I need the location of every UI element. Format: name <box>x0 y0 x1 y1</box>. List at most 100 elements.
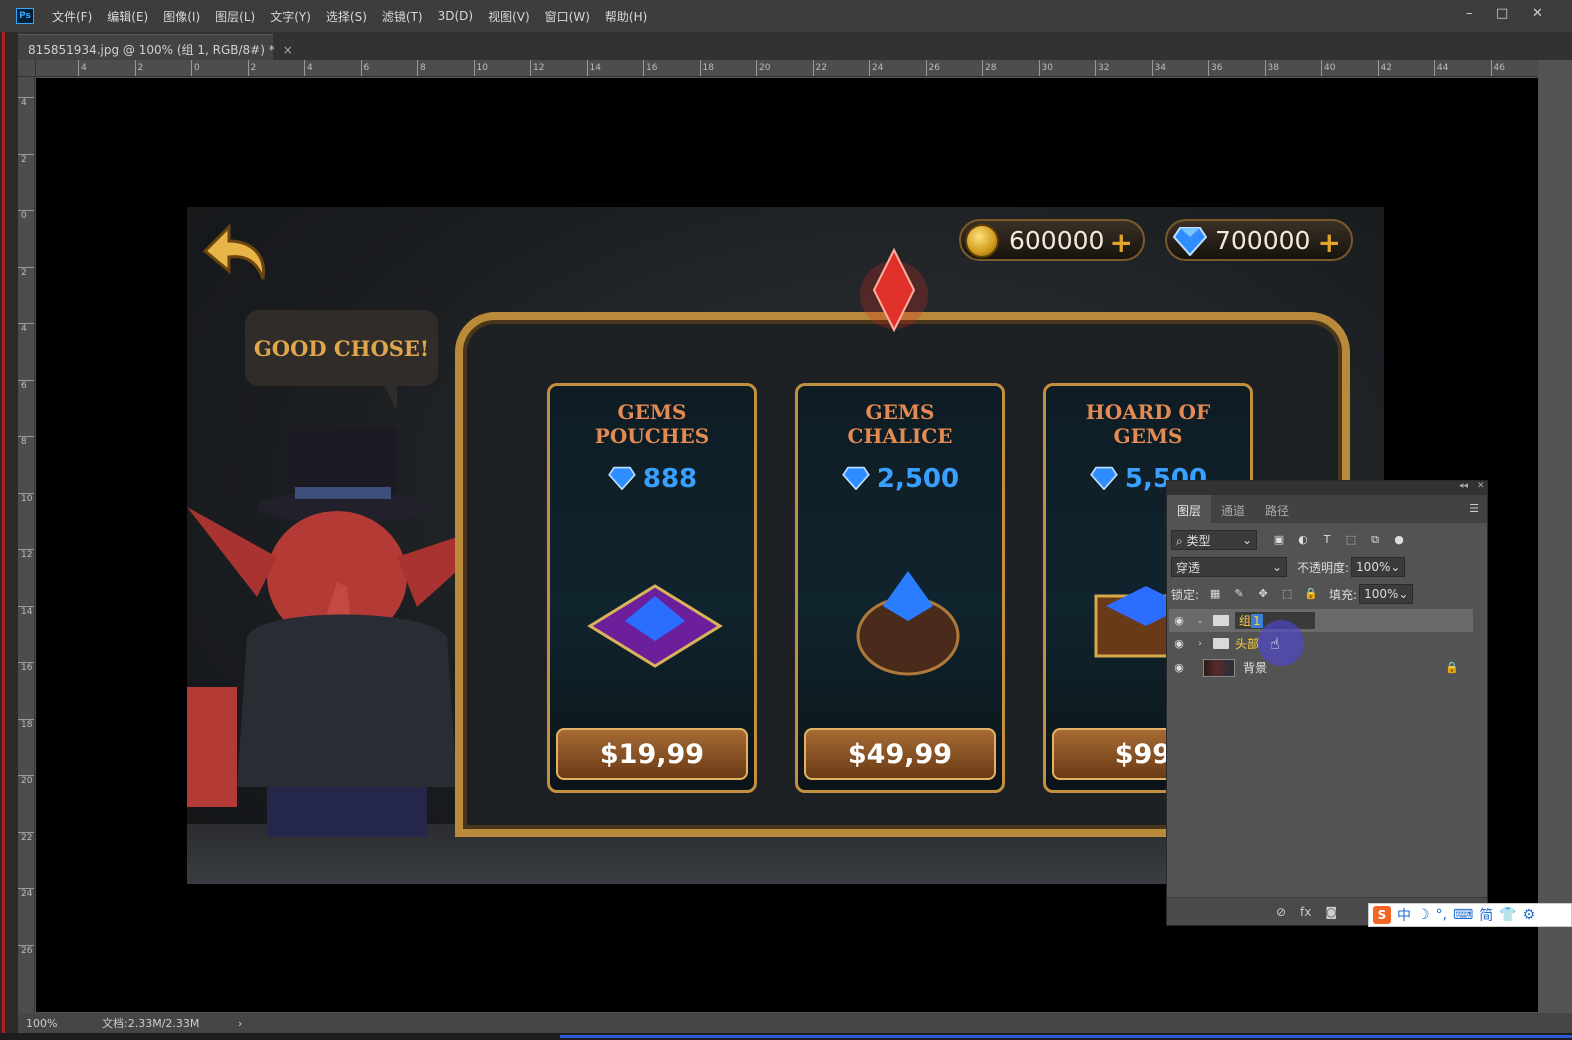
layer-lock-icon: 🔒 <box>1445 661 1459 674</box>
menu-bar: Ps 文件(F) 编辑(E) 图像(I) 图层(L) 文字(Y) 选择(S) 滤… <box>0 0 1572 32</box>
ruler-corner <box>18 60 36 77</box>
layer-row[interactable]: ◉ › 头部 <box>1169 632 1473 655</box>
filter-adjustment-icon[interactable]: ◐ <box>1295 533 1311 547</box>
maximize-button[interactable]: □ <box>1496 6 1508 21</box>
menu-file[interactable]: 文件(F) <box>52 8 92 25</box>
ruler-tick-label: 18 <box>699 60 714 76</box>
menu-edit[interactable]: 编辑(E) <box>107 8 148 25</box>
ruler-tick-label: 22 <box>18 831 34 843</box>
ruler-tick-label: 40 <box>1321 60 1335 76</box>
vertical-ruler[interactable]: 4 2 0 2 4 6 8 10 12 14 16 18 20 22 24 26 <box>18 77 35 1013</box>
filter-pixel-icon[interactable]: ▣ <box>1271 533 1287 547</box>
card-title: HOARD OF GEMS <box>1085 400 1211 448</box>
zoom-level[interactable]: 100% <box>26 1017 96 1030</box>
lock-position-icon[interactable]: ✥ <box>1255 587 1271 601</box>
panel-titlebar: ◂◂ ✕ <box>1167 481 1487 495</box>
ruler-tick-label: 24 <box>869 60 883 76</box>
tab-paths[interactable]: 路径 <box>1255 495 1299 523</box>
blend-mode-select[interactable]: 穿透 ⌄ <box>1171 557 1287 577</box>
tab-layers[interactable]: 图层 <box>1167 495 1212 523</box>
ruler-tick-label: 36 <box>1208 60 1222 76</box>
document-size: 文档:2.33M/2.33M <box>102 1017 200 1030</box>
ime-skin-icon[interactable]: 👕 <box>1499 907 1516 923</box>
document-tab[interactable]: 815851934.jpg @ 100% (组 1, RGB/8#) * × <box>18 34 293 60</box>
taskbar-edge <box>0 1033 1572 1040</box>
menu-3d[interactable]: 3D(D) <box>438 9 473 23</box>
ruler-tick-label: 2 <box>134 60 143 76</box>
layer-row[interactable]: ◉ 背景 🔒 <box>1169 656 1473 679</box>
menu-filter[interactable]: 滤镜(T) <box>382 8 423 25</box>
lock-row: 锁定: ▦ ✎ ✥ ⬚ 🔒 填充: 100% ⌄ <box>1171 582 1485 606</box>
fx-button[interactable]: fx <box>1300 905 1311 919</box>
link-layers-icon[interactable]: ⊘ <box>1276 905 1286 919</box>
buy-button[interactable]: $19,99 <box>556 728 748 780</box>
horizontal-ruler[interactable]: 4 2 0 2 4 6 8 10 12 14 16 18 20 22 24 26 28 30 32 34 36 38 40 4… <box>36 60 1538 77</box>
lock-transparent-icon[interactable]: ▦ <box>1207 587 1223 601</box>
lock-image-icon[interactable]: ✎ <box>1231 587 1247 601</box>
menu-type[interactable]: 文字(Y) <box>270 8 311 25</box>
filter-toggle-icon[interactable]: ● <box>1391 533 1407 547</box>
visibility-eye-icon[interactable]: ◉ <box>1169 637 1189 650</box>
add-mask-icon[interactable]: ◙ <box>1325 905 1337 919</box>
lock-artboard-icon[interactable]: ⬚ <box>1279 587 1295 601</box>
menu-select[interactable]: 选择(S) <box>326 8 367 25</box>
menu-image[interactable]: 图像(I) <box>163 8 200 25</box>
shop-card-gems-pouches[interactable]: GEMS POUCHES 888 $19,99 <box>547 383 757 793</box>
close-tab-icon[interactable]: × <box>283 43 293 57</box>
ruler-tick-label: 0 <box>18 210 34 221</box>
ime-toolbar[interactable]: S 中 ☽ °, ⌨ 简 👕 ⚙ <box>1368 903 1572 927</box>
ruler-tick-label: 30 <box>1038 60 1053 76</box>
fill-label: 填充: <box>1329 587 1358 602</box>
gem-bag-illustration <box>856 571 960 676</box>
collapse-chevron-icon[interactable]: › <box>1193 639 1207 649</box>
ime-simplified-mode[interactable]: 简 <box>1479 905 1493 925</box>
layer-row[interactable]: ◉ ⌄ 组1 <box>1169 609 1473 632</box>
folder-icon <box>1213 638 1229 649</box>
lock-label: 锁定: <box>1171 587 1200 602</box>
lock-all-icon[interactable]: 🔒 <box>1303 587 1319 601</box>
menu-window[interactable]: 窗口(W) <box>545 8 590 25</box>
ruler-tick-label: 4 <box>78 60 87 76</box>
visibility-eye-icon[interactable]: ◉ <box>1169 661 1189 674</box>
fill-input[interactable]: 100% ⌄ <box>1359 584 1414 604</box>
ruler-tick-label: 6 <box>18 379 34 391</box>
ruler-tick-label: 14 <box>586 60 601 76</box>
ime-moon-icon[interactable]: ☽ <box>1417 907 1430 923</box>
collapse-panel-icon[interactable]: ◂◂ <box>1459 481 1468 491</box>
filter-shape-icon[interactable]: ⬚ <box>1343 533 1359 547</box>
buy-button[interactable]: $49,99 <box>804 728 996 780</box>
red-crystal-icon <box>860 247 928 333</box>
filter-smart-object-icon[interactable]: ⧉ <box>1367 533 1383 547</box>
sogou-logo-icon: S <box>1373 906 1391 924</box>
ruler-tick-label: 32 <box>1095 60 1109 76</box>
minimize-button[interactable]: – <box>1466 6 1473 21</box>
tab-channels[interactable]: 通道 <box>1211 495 1255 523</box>
blend-row: 穿透 ⌄ 不透明度: 100% ⌄ <box>1171 555 1485 579</box>
gem-icon <box>842 466 870 491</box>
gem-icon <box>1090 466 1118 491</box>
ime-chinese-mode[interactable]: 中 <box>1397 905 1411 925</box>
opacity-input[interactable]: 100% ⌄ <box>1351 557 1406 577</box>
filter-type-icon[interactable]: T <box>1319 533 1335 547</box>
photoshop-logo-icon: Ps <box>16 8 34 24</box>
ruler-tick-label: 44 <box>1434 60 1448 76</box>
menu-help[interactable]: 帮助(H) <box>605 8 647 25</box>
expand-chevron-icon[interactable]: ⌄ <box>1193 616 1207 626</box>
filter-kind-select[interactable]: ⌕ 类型 ⌄ <box>1171 530 1257 550</box>
ime-settings-icon[interactable]: ⚙ <box>1523 907 1536 923</box>
close-panel-icon[interactable]: ✕ <box>1477 481 1485 491</box>
close-button[interactable]: ✕ <box>1532 6 1543 21</box>
coin-value: 600000 <box>1009 225 1105 255</box>
card-title: GEMS CHALICE <box>847 400 953 448</box>
menu-layer[interactable]: 图层(L) <box>215 8 255 25</box>
status-menu-arrow-icon[interactable]: › <box>238 1017 242 1030</box>
shop-card-gems-chalice[interactable]: GEMS CHALICE 2,500 $49,99 <box>795 383 1005 793</box>
ruler-tick-label: 6 <box>360 60 369 76</box>
cursor-highlight <box>1258 620 1304 666</box>
menu-view[interactable]: 视图(V) <box>488 8 530 25</box>
ime-punctuation-icon[interactable]: °, <box>1436 907 1447 923</box>
panel-menu-icon[interactable]: ☰ <box>1469 502 1479 515</box>
ime-keyboard-icon[interactable]: ⌨ <box>1453 907 1473 923</box>
speech-text: GOOD CHOSE! <box>253 335 430 361</box>
visibility-eye-icon[interactable]: ◉ <box>1169 614 1189 627</box>
